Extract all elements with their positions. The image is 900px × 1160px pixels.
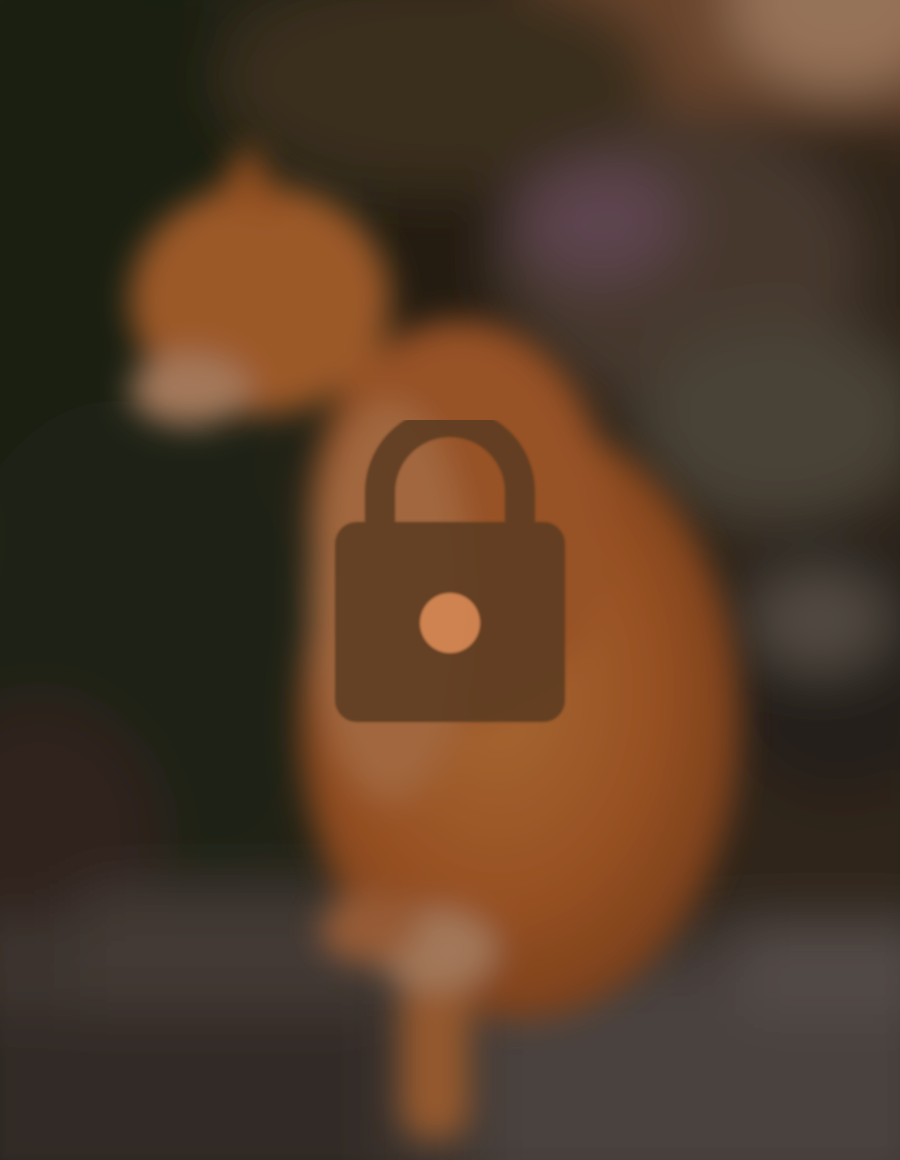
locked-media-card[interactable] (0, 0, 900, 1160)
lock-icon (335, 420, 565, 722)
unlock-button[interactable] (330, 420, 570, 730)
